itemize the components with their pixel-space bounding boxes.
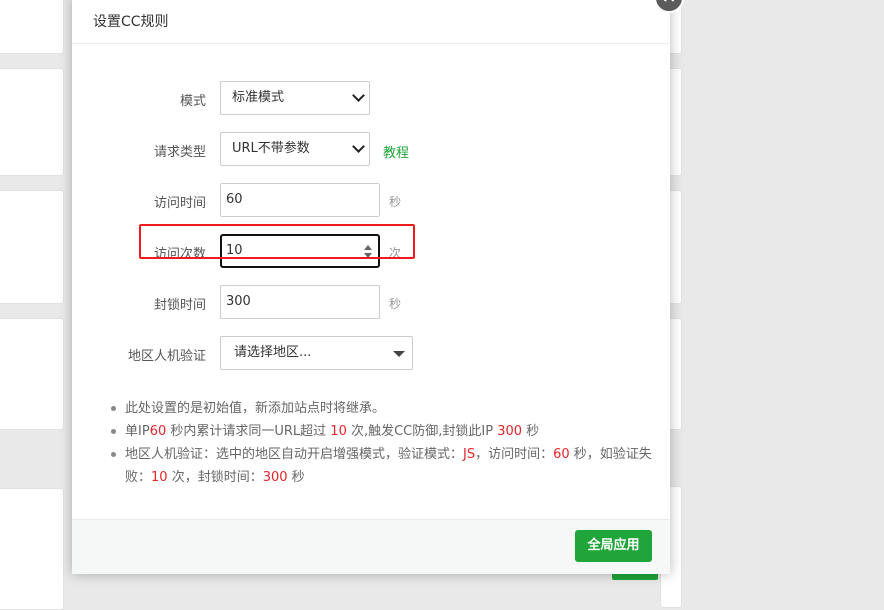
- block-time-value: 300: [226, 294, 251, 309]
- region-select[interactable]: 请选择地区...: [220, 336, 413, 370]
- region-verify-row: 地区人机验证 请选择地区...: [72, 336, 670, 370]
- bullet-icon: [111, 452, 116, 457]
- note-value: 300: [497, 424, 523, 439]
- note-text: 地区人机验证：选中的地区自动开启增强模式，验证模式：: [125, 447, 464, 462]
- note-item: 此处设置的是初始值，新添加站点时将继承。: [108, 397, 668, 420]
- note-text: 次,触发CC防御,封锁此IP: [346, 424, 498, 439]
- region-verify-label: 地区人机验证: [127, 349, 206, 364]
- visit-time-unit: 秒: [389, 195, 402, 209]
- request-type-row: 请求类型 URL不带参数 教程: [72, 132, 670, 166]
- note-text: 秒: [287, 470, 305, 485]
- highlight-box: [139, 224, 415, 259]
- mode-select[interactable]: 标准模式: [220, 81, 370, 115]
- mode-row: 模式 标准模式: [72, 81, 670, 115]
- block-time-input[interactable]: 300: [220, 285, 380, 319]
- block-time-label: 封锁时间: [153, 298, 206, 313]
- chevron-down-icon: [352, 89, 365, 102]
- note-value: 60: [149, 424, 167, 439]
- background-panel: [0, 190, 64, 304]
- block-time-unit: 秒: [389, 297, 402, 311]
- tutorial-link[interactable]: 教程: [383, 142, 409, 161]
- note-value: JS: [463, 447, 476, 462]
- note-value: 60: [553, 447, 570, 462]
- request-type-select[interactable]: URL不带参数: [220, 132, 370, 166]
- caret-down-icon: [393, 351, 405, 357]
- visit-time-value: 60: [226, 192, 243, 207]
- cc-rule-dialog: 设置CC规则 模式 标准模式 请求类型 URL不带参数 教程 访问时间 60 秒…: [72, 0, 684, 574]
- request-type-label: 请求类型: [153, 145, 206, 160]
- chevron-down-icon: [352, 140, 365, 153]
- note-value: 300: [262, 470, 288, 485]
- note-text: 秒: [522, 424, 540, 439]
- dialog-header: 设置CC规则: [72, 0, 670, 44]
- background-panel: [0, 318, 64, 430]
- note-text: 次，封锁时间：: [167, 470, 263, 485]
- note-text: 此处设置的是初始值，新添加站点时将继承。: [125, 401, 386, 416]
- note-text: ，访问时间：: [475, 447, 554, 462]
- dialog-footer: 全局应用: [72, 519, 670, 574]
- note-value: 10: [330, 424, 347, 439]
- block-time-row: 封锁时间 300 秒: [72, 285, 670, 319]
- note-text: 单IP: [125, 424, 150, 439]
- request-type-select-value: URL不带参数: [232, 141, 310, 156]
- global-apply-button[interactable]: 全局应用: [575, 530, 652, 562]
- bullet-icon: [111, 406, 116, 411]
- mode-label: 模式: [179, 94, 206, 109]
- help-notes: 此处设置的是初始值，新添加站点时将继承。 单IP60 秒内累计请求同一URL超过…: [108, 397, 668, 489]
- mode-select-value: 标准模式: [232, 90, 285, 105]
- background-panel: [0, 68, 64, 176]
- region-select-placeholder: 请选择地区...: [234, 345, 312, 360]
- background-panel: [0, 488, 64, 610]
- note-item: 地区人机验证：选中的地区自动开启增强模式，验证模式：JS，访问时间：60 秒，如…: [108, 443, 668, 489]
- visit-time-input[interactable]: 60: [220, 183, 380, 217]
- background-panel: [0, 0, 64, 54]
- note-item: 单IP60 秒内累计请求同一URL超过 10 次,触发CC防御,封锁此IP 30…: [108, 420, 668, 443]
- note-value: 10: [151, 470, 168, 485]
- bullet-icon: [111, 429, 116, 434]
- note-text: 秒内累计请求同一URL超过: [166, 424, 331, 439]
- visit-time-row: 访问时间 60 秒: [72, 183, 670, 217]
- visit-time-label: 访问时间: [153, 196, 206, 211]
- dialog-title: 设置CC规则: [93, 14, 169, 30]
